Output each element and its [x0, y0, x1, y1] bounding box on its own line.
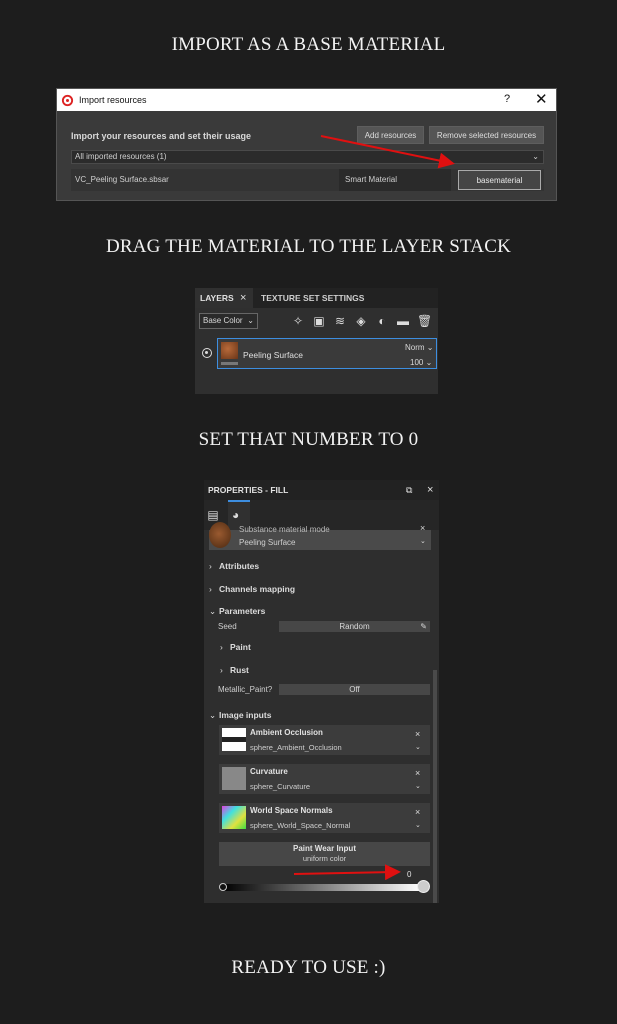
annotation-arrow-basematerial	[320, 135, 455, 169]
annotation-arrow-slider-value	[293, 864, 401, 881]
step4-heading: READY TO USE :)	[231, 957, 386, 978]
annotation-arrows	[293, 135, 455, 881]
